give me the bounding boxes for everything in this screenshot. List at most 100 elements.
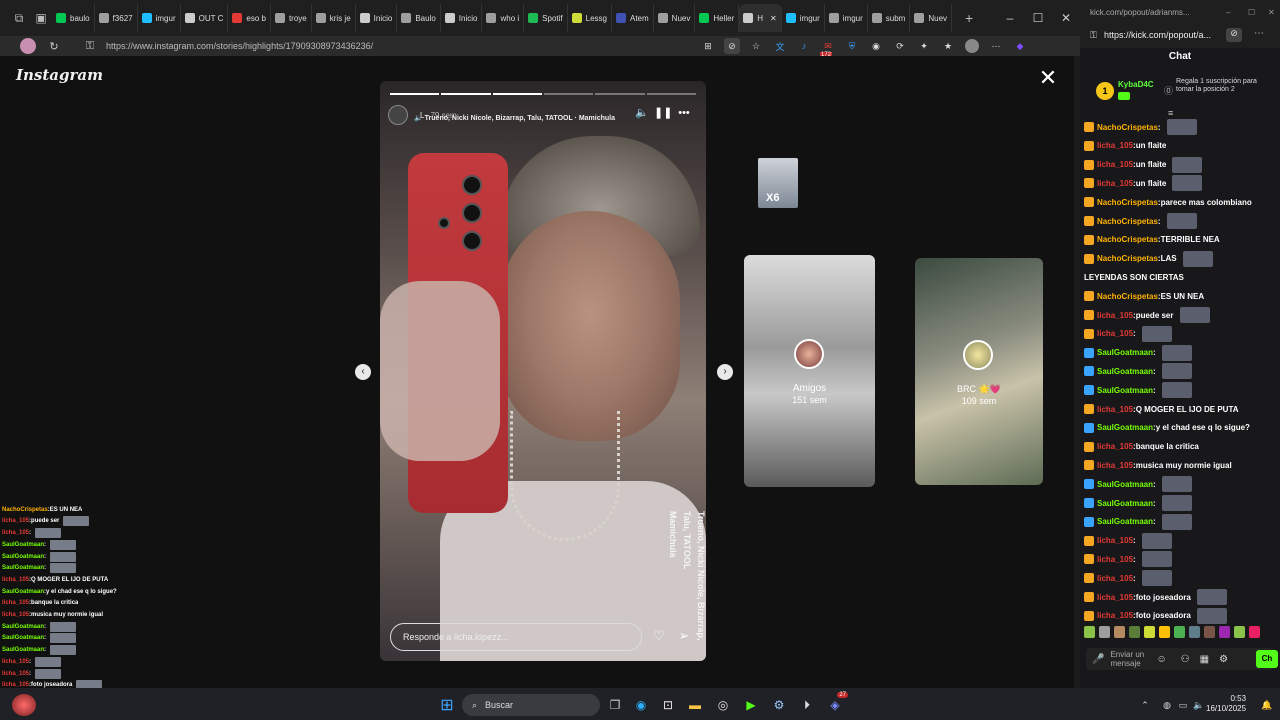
kick-more-icon[interactable]: ⋯: [1254, 28, 1264, 39]
emote-bar-item-icon[interactable]: [1099, 626, 1110, 638]
chat-settings-icon[interactable]: ⚙: [1219, 654, 1228, 665]
chat-username[interactable]: licha_105: [1097, 555, 1133, 564]
chat-username[interactable]: licha_105: [1097, 141, 1133, 150]
taskbar-search[interactable]: ⌕ Buscar: [462, 694, 600, 716]
emote-bar-item-icon[interactable]: [1129, 626, 1140, 638]
cookie-extension-icon[interactable]: ◉: [868, 38, 884, 54]
browser-tab[interactable]: imgur: [825, 4, 868, 32]
chrome-icon[interactable]: ◎: [712, 694, 734, 716]
kick-url-field[interactable]: https://kick.com/popout/a...: [1104, 30, 1214, 40]
kick-tracking-icon[interactable]: ⊘: [1226, 28, 1242, 42]
browser-tab[interactable]: Spotif: [524, 4, 568, 32]
emote-picker-icon[interactable]: ☺: [1156, 654, 1166, 665]
vertical-tabs-icon[interactable]: ▣: [30, 7, 52, 29]
refresh-extension-icon[interactable]: ⟳: [892, 38, 908, 54]
workspaces-icon[interactable]: ⧉: [8, 7, 30, 29]
file-explorer-icon[interactable]: ▬: [684, 694, 706, 716]
chat-username[interactable]: SaulGoatmaan: [1097, 517, 1153, 526]
browser-tab[interactable]: imgur: [782, 4, 825, 32]
reload-icon[interactable]: ↻: [44, 36, 64, 56]
chat-username[interactable]: licha_105: [1097, 536, 1133, 545]
weather-widget[interactable]: [12, 694, 36, 716]
extensions-puzzle-icon[interactable]: ✦: [916, 38, 932, 54]
chat-username[interactable]: NachoCrispetas: [1097, 123, 1158, 132]
more-options-icon[interactable]: •••: [676, 105, 692, 121]
emote-bar-item-icon[interactable]: [1159, 626, 1170, 638]
chat-calendar-icon[interactable]: ▦: [1200, 654, 1209, 665]
emote-bar-item-icon[interactable]: [1114, 626, 1125, 638]
chat-username[interactable]: licha_105: [1097, 405, 1133, 414]
task-view-icon[interactable]: ❐: [604, 694, 626, 716]
pause-icon[interactable]: ❚❚: [654, 105, 672, 121]
chat-username[interactable]: licha_105: [1097, 311, 1133, 320]
settings-app-icon[interactable]: ⚙: [768, 694, 790, 716]
browser-tab[interactable]: who i: [482, 4, 525, 32]
like-heart-icon[interactable]: ♡: [650, 627, 668, 645]
chat-username[interactable]: NachoCrispetas: [1097, 217, 1158, 226]
chat-username[interactable]: licha_105: [1097, 160, 1133, 169]
next-story-thumbnail[interactable]: X6: [758, 158, 798, 208]
url-field[interactable]: https://www.instagram.com/stories/highli…: [106, 41, 696, 51]
filter-chat-icon[interactable]: ≡: [1168, 108, 1173, 118]
story-reply-input[interactable]: Responde a licha.lopezz...: [390, 623, 642, 651]
chat-username[interactable]: SaulGoatmaan: [1097, 386, 1153, 395]
browser-tab[interactable]: Inicio: [441, 4, 483, 32]
minimize-button[interactable]: –: [996, 4, 1024, 32]
media-player-icon[interactable]: ⏵: [796, 694, 818, 716]
browser-tab[interactable]: Inicio: [356, 4, 398, 32]
kick-maximize-button[interactable]: ☐: [1248, 8, 1255, 17]
browser-tab[interactable]: kris je: [312, 4, 356, 32]
kick-minimize-button[interactable]: –: [1226, 8, 1230, 17]
chat-scrollbar[interactable]: [1074, 56, 1080, 688]
close-story-icon[interactable]: ✕: [1038, 67, 1058, 89]
profile-avatar[interactable]: [18, 36, 38, 56]
close-window-button[interactable]: ✕: [1052, 4, 1080, 32]
chat-username[interactable]: NachoCrispetas: [1097, 198, 1158, 207]
browser-tab[interactable]: H ✕: [739, 4, 782, 32]
previous-story-arrow[interactable]: ‹: [355, 364, 371, 380]
browser-tab[interactable]: OUT C: [181, 4, 229, 32]
story-music-label[interactable]: 🔈 Trueno, Nicki Nicole, Bizarrap, Talu, …: [414, 114, 615, 122]
browser-tab[interactable]: Nuev: [654, 4, 696, 32]
emote-bar-item-icon[interactable]: [1084, 626, 1095, 638]
next-story-arrow[interactable]: ›: [717, 364, 733, 380]
discord-icon[interactable]: ◈ 27: [824, 692, 848, 716]
close-tab-icon[interactable]: ✕: [770, 14, 777, 23]
mic-icon[interactable]: 🎤: [1092, 654, 1104, 665]
audio-extension-icon[interactable]: ♪: [796, 38, 812, 54]
highlight-card-brc[interactable]: BRC 🌟💗 109 sem: [915, 258, 1043, 485]
chat-username[interactable]: licha_105: [1097, 574, 1133, 583]
chat-username[interactable]: NachoCrispetas: [1097, 292, 1158, 301]
browser-tab[interactable]: f3627: [95, 4, 138, 32]
chat-send-button[interactable]: Ch: [1256, 650, 1278, 668]
pinned-username[interactable]: KybaD4C: [1118, 80, 1154, 89]
browser-tab[interactable]: imgur: [138, 4, 181, 32]
collections-icon[interactable]: ★: [940, 38, 956, 54]
emote-bar-item-icon[interactable]: [1249, 626, 1260, 638]
clock[interactable]: 0:53 16/10/2025: [1206, 694, 1246, 714]
browser-tab[interactable]: Heller: [695, 4, 740, 32]
browser-tab[interactable]: baulo: [52, 4, 95, 32]
account-avatar[interactable]: [964, 38, 980, 54]
emote-bar-item-icon[interactable]: [1219, 626, 1230, 638]
start-menu-icon[interactable]: ⊞: [436, 694, 458, 716]
site-info-icon[interactable]: ⚿: [80, 36, 100, 56]
favorite-star-icon[interactable]: ☆: [748, 38, 764, 54]
new-tab-button[interactable]: +: [958, 7, 980, 29]
chat-username[interactable]: licha_105: [1097, 329, 1133, 338]
chat-username[interactable]: SaulGoatmaan: [1097, 499, 1153, 508]
translate-extension-icon[interactable]: 文: [772, 38, 788, 54]
split-screen-icon[interactable]: ⊞: [700, 38, 716, 54]
chat-username[interactable]: SaulGoatmaan: [1097, 367, 1153, 376]
browser-tab[interactable]: Baulo: [397, 4, 441, 32]
chat-username[interactable]: NachoCrispetas: [1097, 254, 1158, 263]
highlight-card-amigos[interactable]: Amigos 151 sem: [744, 255, 875, 487]
emote-bar-item-icon[interactable]: [1174, 626, 1185, 638]
chat-username[interactable]: licha_105: [1097, 442, 1133, 451]
chat-username[interactable]: NachoCrispetas: [1097, 235, 1158, 244]
tray-overflow-icon[interactable]: ⌃: [1134, 694, 1156, 716]
chat-username[interactable]: SaulGoatmaan: [1097, 480, 1153, 489]
kick-site-info-icon[interactable]: ⚿: [1090, 30, 1097, 41]
send-icon[interactable]: ➢: [675, 627, 693, 645]
copilot-icon[interactable]: ◆: [1012, 38, 1028, 54]
